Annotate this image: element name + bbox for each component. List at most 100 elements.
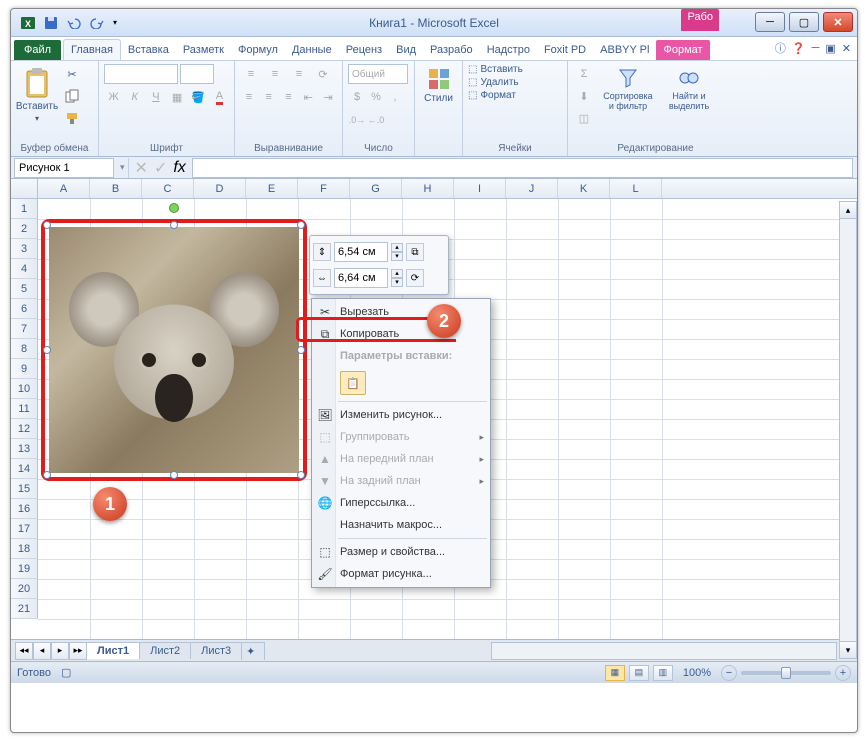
ctx-copy[interactable]: ⧉Копировать (312, 323, 490, 345)
col-header[interactable]: G (350, 179, 402, 198)
zoom-level[interactable]: 100% (683, 667, 711, 679)
resize-handle-se[interactable] (297, 471, 305, 479)
font-size-combo[interactable] (180, 64, 214, 84)
maximize-button[interactable]: ▢ (789, 12, 819, 32)
row-header[interactable]: 14 (11, 459, 38, 479)
col-header[interactable]: K (558, 179, 610, 198)
cells-delete-button[interactable]: ⬚Удалить (468, 77, 562, 88)
col-header[interactable]: B (90, 179, 142, 198)
fill-color-button[interactable]: 🪣 (189, 87, 208, 107)
mdi-close-icon[interactable]: ✕ (842, 42, 851, 55)
mdi-minimize-icon[interactable]: ─ (812, 42, 820, 54)
row-header[interactable]: 7 (11, 319, 38, 339)
row-header[interactable]: 4 (11, 259, 38, 279)
find-select-button[interactable]: Найти и выделить (661, 64, 717, 141)
copy-icon[interactable] (61, 86, 83, 106)
fill-icon[interactable]: ⬇ (573, 86, 595, 106)
row-header[interactable]: 13 (11, 439, 38, 459)
cancel-formula-icon[interactable]: ✕ (135, 158, 148, 178)
styles-button[interactable]: Стили (420, 64, 457, 141)
normal-view-button[interactable]: ▦ (605, 665, 625, 681)
row-header[interactable]: 9 (11, 359, 38, 379)
col-header[interactable]: D (194, 179, 246, 198)
percent-icon[interactable]: % (367, 87, 385, 107)
enter-formula-icon[interactable]: ✓ (154, 158, 167, 178)
row-header[interactable]: 11 (11, 399, 38, 419)
horizontal-scrollbar[interactable] (491, 642, 837, 660)
col-header[interactable]: L (610, 179, 662, 198)
zoom-out-button[interactable]: − (721, 665, 737, 681)
tab-home[interactable]: Главная (63, 39, 121, 60)
ctx-cut[interactable]: ✂Вырезать (312, 301, 490, 323)
tab-view[interactable]: Вид (389, 40, 423, 60)
clear-icon[interactable]: ◫ (573, 108, 595, 128)
sheet-tab-2[interactable]: Лист2 (139, 642, 191, 659)
fx-icon[interactable]: fx (173, 159, 185, 177)
tab-review[interactable]: Реценз (339, 40, 389, 60)
minimize-button[interactable]: ─ (755, 12, 785, 32)
row-header[interactable]: 5 (11, 279, 38, 299)
tab-developer[interactable]: Разрабо (423, 40, 480, 60)
zoom-thumb[interactable] (781, 667, 791, 679)
tab-data[interactable]: Данные (285, 40, 339, 60)
number-format-combo[interactable]: Общий (348, 64, 408, 84)
row-header[interactable]: 12 (11, 419, 38, 439)
row-header[interactable]: 16 (11, 499, 38, 519)
crop-icon[interactable]: ⧉ (406, 243, 424, 261)
tab-formulas[interactable]: Формул (231, 40, 285, 60)
help-icon[interactable]: ❓ (792, 42, 806, 55)
page-layout-view-button[interactable]: ▤ (629, 665, 649, 681)
row-header[interactable]: 8 (11, 339, 38, 359)
border-button[interactable]: ▦ (168, 87, 187, 107)
vertical-scrollbar[interactable]: ▴ ▾ (839, 201, 857, 659)
cut-icon[interactable]: ✂ (61, 64, 83, 84)
tab-addins[interactable]: Надстро (480, 40, 537, 60)
underline-button[interactable]: Ч (146, 87, 165, 107)
resize-handle-s[interactable] (170, 471, 178, 479)
excel-icon[interactable]: X (17, 12, 39, 34)
new-sheet-button[interactable]: ✦ (241, 642, 265, 660)
undo-icon[interactable] (63, 12, 85, 34)
scroll-up-icon[interactable]: ▴ (840, 202, 856, 219)
row-header[interactable]: 10 (11, 379, 38, 399)
tab-abbyy[interactable]: ABBYY Pl (593, 40, 656, 60)
tab-file[interactable]: Файл (14, 40, 61, 60)
tab-page-layout[interactable]: Разметк (176, 40, 231, 60)
minimize-ribbon-icon[interactable]: ⓘ (775, 40, 786, 56)
bold-button[interactable]: Ж (104, 87, 123, 107)
row-header[interactable]: 1 (11, 199, 38, 219)
select-all-corner[interactable] (11, 179, 38, 198)
orientation-icon[interactable]: ⟳ (312, 64, 334, 84)
tab-picture-format[interactable]: Формат (656, 40, 709, 60)
indent-inc-icon[interactable]: ⇥ (319, 87, 337, 107)
row-header[interactable]: 20 (11, 579, 38, 599)
indent-dec-icon[interactable]: ⇤ (299, 87, 317, 107)
resize-handle-n[interactable] (170, 221, 178, 229)
resize-handle-w[interactable] (43, 346, 51, 354)
height-input[interactable]: 6,54 см (334, 242, 388, 262)
row-header[interactable]: 2 (11, 219, 38, 239)
dec-decimal-icon[interactable]: ←.0 (367, 110, 385, 130)
resize-handle-e[interactable] (297, 346, 305, 354)
align-top-icon[interactable]: ≡ (240, 64, 262, 84)
rotate-icon[interactable]: ⟳ (406, 269, 424, 287)
col-header[interactable]: F (298, 179, 350, 198)
row-header[interactable]: 17 (11, 519, 38, 539)
row-header[interactable]: 3 (11, 239, 38, 259)
italic-button[interactable]: К (125, 87, 144, 107)
row-header[interactable]: 6 (11, 299, 38, 319)
tab-insert[interactable]: Вставка (121, 40, 176, 60)
col-header[interactable]: J (506, 179, 558, 198)
row-header[interactable]: 21 (11, 599, 38, 619)
ctx-size-properties[interactable]: ⬚Размер и свойства... (312, 541, 490, 563)
ctx-paste-option[interactable]: 📋 (312, 367, 490, 399)
mdi-restore-icon[interactable]: ▣ (825, 42, 835, 55)
rotation-handle[interactable] (169, 203, 179, 213)
sheet-tab-1[interactable]: Лист1 (86, 642, 140, 659)
close-button[interactable]: ✕ (823, 12, 853, 32)
col-header[interactable]: C (142, 179, 194, 198)
tab-scroll-prev[interactable]: ◂ (33, 642, 51, 660)
width-inc[interactable]: ▴ (391, 269, 403, 278)
redo-icon[interactable] (86, 12, 108, 34)
row-header[interactable]: 19 (11, 559, 38, 579)
